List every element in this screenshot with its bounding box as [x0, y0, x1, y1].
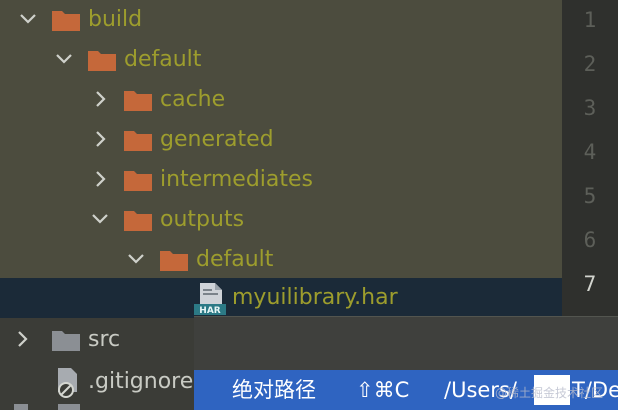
folder-icon [160, 249, 188, 271]
line-number: 3 [583, 96, 597, 120]
tree-item-generated[interactable]: generated [0, 120, 562, 160]
tree-item-label: default [124, 47, 202, 72]
folder-icon [52, 329, 80, 351]
line-number: 5 [583, 184, 597, 208]
har-file-icon: HAR [194, 281, 228, 316]
tree-item-label: generated [160, 127, 274, 152]
file-icon-partial [14, 404, 28, 410]
tree-item-label: build [88, 7, 143, 32]
chevron-right-icon[interactable] [10, 320, 34, 360]
line-number: 4 [583, 140, 597, 164]
tree-item-label: default [196, 247, 274, 272]
chevron-down-icon[interactable] [88, 200, 112, 240]
tree-item-har-file[interactable]: HAR myuilibrary.har [0, 278, 562, 318]
menu-item-label: 绝对路径 [232, 378, 316, 402]
watermark: @稀土掘金技术社区 [495, 386, 604, 400]
har-icon-text: HAR [199, 306, 220, 315]
folder-icon [124, 209, 152, 231]
ignored-file-icon [54, 365, 88, 399]
line-number-active: 7 [583, 272, 597, 296]
tree-item-label: .gitignore [88, 369, 194, 394]
tree-item-default-nested[interactable]: default [0, 240, 562, 280]
line-number: 6 [583, 228, 597, 252]
tree-item-build[interactable]: build [0, 0, 562, 40]
line-number: 2 [583, 52, 597, 76]
tree-item-default[interactable]: default [0, 40, 562, 80]
context-menu-panel [194, 316, 618, 371]
chevron-down-icon[interactable] [16, 0, 40, 40]
project-tree-lower: src .gitignore [0, 318, 200, 410]
chevron-down-icon[interactable] [52, 40, 76, 80]
tree-item-label: cache [160, 87, 226, 112]
tree-item-label: outputs [160, 207, 245, 232]
tree-item-label: intermediates [160, 167, 314, 192]
folder-icon [124, 129, 152, 151]
file-icon-partial [58, 404, 80, 410]
tree-item-label: myuilibrary.har [232, 285, 398, 310]
chevron-down-icon[interactable] [124, 240, 148, 280]
folder-icon [124, 169, 152, 191]
tree-item-label: src [88, 327, 121, 352]
chevron-right-icon[interactable] [88, 120, 112, 160]
menu-item-shortcut: ⇧⌘C [356, 378, 410, 402]
folder-icon [124, 89, 152, 111]
folder-icon [88, 49, 116, 71]
folder-icon [52, 9, 80, 31]
project-tree: build default cache generated intermedia… [0, 0, 562, 318]
line-number: 1 [583, 8, 597, 32]
tree-item-outputs[interactable]: outputs [0, 200, 562, 240]
chevron-right-icon[interactable] [88, 160, 112, 200]
tree-item-src[interactable]: src [0, 320, 200, 360]
tree-item-gitignore[interactable]: .gitignore [0, 362, 200, 402]
chevron-right-icon[interactable] [88, 80, 112, 120]
tree-item-cache[interactable]: cache [0, 80, 562, 120]
tree-item-intermediates[interactable]: intermediates [0, 160, 562, 200]
